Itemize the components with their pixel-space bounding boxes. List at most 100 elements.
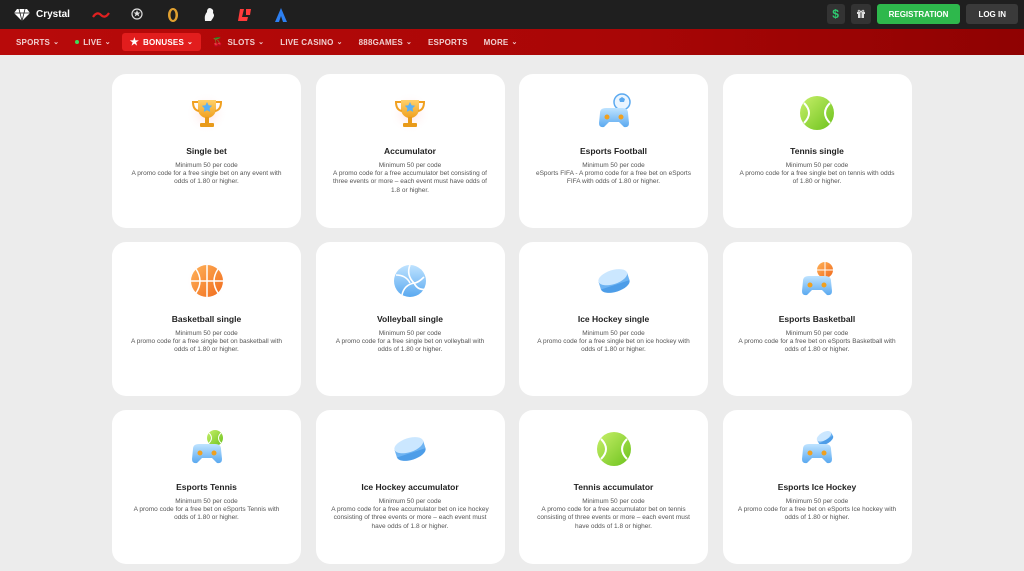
partner-logo-1[interactable] — [91, 7, 110, 23]
chevron-down-icon: ⌄ — [258, 39, 265, 46]
chevron-down-icon: ⌄ — [405, 39, 413, 46]
card-minimum: Minimum 50 per code — [175, 162, 238, 169]
card-description: eSports FIFA - A promo code for a free b… — [535, 170, 691, 186]
trophy-icon — [182, 88, 232, 138]
bonus-card[interactable]: Basketball single Minimum 50 per code A … — [112, 242, 301, 396]
nav-label: SPORTS — [16, 37, 51, 47]
card-minimum: Minimum 50 per code — [582, 330, 645, 337]
card-title: Esports Football — [579, 146, 648, 156]
tennis-ball-icon — [792, 88, 842, 138]
chevron-down-icon: ⌄ — [511, 39, 518, 46]
nav-label: BONUSES — [143, 37, 184, 47]
card-description: A promo code for a free bet on eSports B… — [738, 338, 896, 354]
hockey-puck-icon — [385, 424, 435, 474]
card-minimum: Minimum 50 per code — [378, 498, 442, 505]
main-nav: SPORTS ⌄ LIVE ⌄ ★ BONUSES ⌄ 🍒 SLOTS ⌄ LIVE CAS… — [0, 29, 1024, 55]
cherry-icon: 🍒 — [212, 36, 224, 47]
card-description: A promo code for a free single bet on te… — [739, 170, 895, 186]
chevron-down-icon: ⌄ — [53, 39, 60, 46]
card-description: A promo code for a free single bet on vo… — [335, 338, 485, 354]
card-minimum: Minimum 50 per code — [582, 162, 645, 169]
card-minimum: Minimum 50 per code — [785, 498, 849, 505]
card-description: A promo code for a free bet on eSports T… — [133, 506, 280, 522]
card-title: Accumulator — [384, 146, 436, 156]
card-minimum: Minimum 50 per code — [378, 330, 442, 337]
brand-name: Crystal — [36, 9, 70, 20]
bonus-card[interactable]: Accumulator Minimum 50 per code A promo … — [315, 74, 505, 228]
card-minimum: Minimum 50 per code — [582, 498, 645, 505]
card-title: Ice Hockey accumulator — [361, 482, 459, 492]
card-description: A promo code for a free bet on eSports I… — [737, 506, 897, 522]
diamond-icon — [14, 8, 30, 21]
bonus-card[interactable]: Esports Ice Hockey Minimum 50 per code A… — [722, 410, 912, 564]
bonus-card[interactable]: Esports Basketball Minimum 50 per code A… — [722, 242, 912, 396]
card-minimum: Minimum 50 per code — [378, 162, 442, 169]
bonus-card[interactable]: Tennis single Minimum 50 per code A prom… — [722, 74, 912, 228]
gift-button[interactable] — [850, 4, 871, 24]
premier-league-logo[interactable] — [200, 7, 218, 23]
card-title: Basketball single — [171, 314, 242, 324]
volleyball-icon — [385, 256, 435, 306]
card-description: A promo code for a free accumulator bet … — [537, 506, 690, 530]
gift-icon — [856, 9, 865, 18]
chevron-down-icon: ⌄ — [336, 39, 343, 46]
bonus-card[interactable]: Single bet Minimum 50 per code A promo c… — [112, 74, 301, 228]
bonus-card[interactable]: Tennis accumulator Minimum 50 per code A… — [519, 410, 708, 564]
bonus-cards-grid: Single bet Minimum 50 per code A promo c… — [112, 74, 912, 564]
nav-more[interactable]: MORE ⌄ — [476, 33, 526, 51]
card-title: Esports Basketball — [778, 314, 856, 324]
nav-esports[interactable]: ESPORTS — [420, 33, 476, 51]
gamepad-tennis-icon — [182, 424, 232, 474]
trophy-icon — [385, 88, 435, 138]
nav-live-casino[interactable]: LIVE CASINO ⌄ — [272, 33, 350, 51]
card-description: A promo code for a free accumulator bet … — [331, 506, 489, 530]
nav-slots[interactable]: 🍒 SLOTS ⌄ — [204, 33, 272, 51]
card-title: Single bet — [186, 146, 227, 156]
serie-a-logo[interactable] — [272, 7, 290, 23]
laliga-logo[interactable] — [236, 7, 254, 23]
nav-sports[interactable]: SPORTS ⌄ — [8, 33, 67, 51]
top-bar: Crystal $ REGISTRATION LOG IN — [0, 0, 1024, 29]
star-icon: ★ — [129, 36, 140, 48]
bonus-card[interactable]: Volleyball single Minimum 50 per code A … — [315, 242, 505, 396]
registration-button[interactable]: REGISTRATION — [876, 4, 961, 24]
card-description: A promo code for a free single bet on ba… — [130, 338, 283, 354]
nav-label: LIVE CASINO — [280, 37, 334, 47]
hockey-puck-icon — [589, 256, 639, 306]
nav-label: MORE — [483, 37, 509, 47]
live-dot-icon — [75, 40, 80, 44]
nav-label: SLOTS — [227, 37, 256, 47]
login-button[interactable]: LOG IN — [966, 4, 1018, 24]
card-description: A promo code for a free single bet on an… — [131, 170, 282, 186]
gamepad-basketball-icon — [792, 256, 842, 306]
card-minimum: Minimum 50 per code — [785, 330, 849, 337]
brand-logo[interactable]: Crystal — [14, 8, 70, 22]
bonus-card[interactable]: Esports Tennis Minimum 50 per code A pro… — [112, 410, 301, 564]
card-title: Tennis single — [790, 146, 844, 156]
champions-league-logo[interactable] — [128, 7, 146, 23]
nav-live[interactable]: LIVE ⌄ — [67, 33, 119, 51]
chevron-down-icon: ⌄ — [187, 39, 194, 46]
bonus-card[interactable]: Ice Hockey accumulator Minimum 50 per co… — [315, 410, 505, 564]
nav-bonuses[interactable]: ★ BONUSES ⌄ — [121, 33, 202, 51]
tennis-ball-icon — [589, 424, 639, 474]
card-title: Volleyball single — [377, 314, 443, 324]
gamepad-football-icon — [589, 88, 639, 138]
deposit-button[interactable]: $ — [826, 4, 845, 24]
dollar-icon: $ — [832, 7, 839, 21]
card-minimum: Minimum 50 per code — [175, 498, 238, 505]
header-actions: $ REGISTRATION LOG IN — [826, 4, 1018, 24]
bonus-card[interactable]: Esports Football Minimum 50 per code eSp… — [519, 74, 708, 228]
card-minimum: Minimum 50 per code — [175, 330, 238, 337]
basketball-icon — [182, 256, 232, 306]
nav-888games[interactable]: 888GAMES ⌄ — [351, 33, 420, 51]
card-description: A promo code for a free single bet on ic… — [537, 338, 690, 354]
card-title: Ice Hockey single — [577, 314, 650, 324]
europa-league-logo[interactable] — [164, 7, 182, 23]
nav-label: ESPORTS — [428, 37, 468, 47]
partner-logos — [91, 7, 290, 23]
card-title: Tennis accumulator — [573, 482, 654, 492]
card-minimum: Minimum 50 per code — [785, 162, 849, 169]
bonus-card[interactable]: Ice Hockey single Minimum 50 per code A … — [519, 242, 708, 396]
card-title: Esports Ice Hockey — [777, 482, 857, 492]
